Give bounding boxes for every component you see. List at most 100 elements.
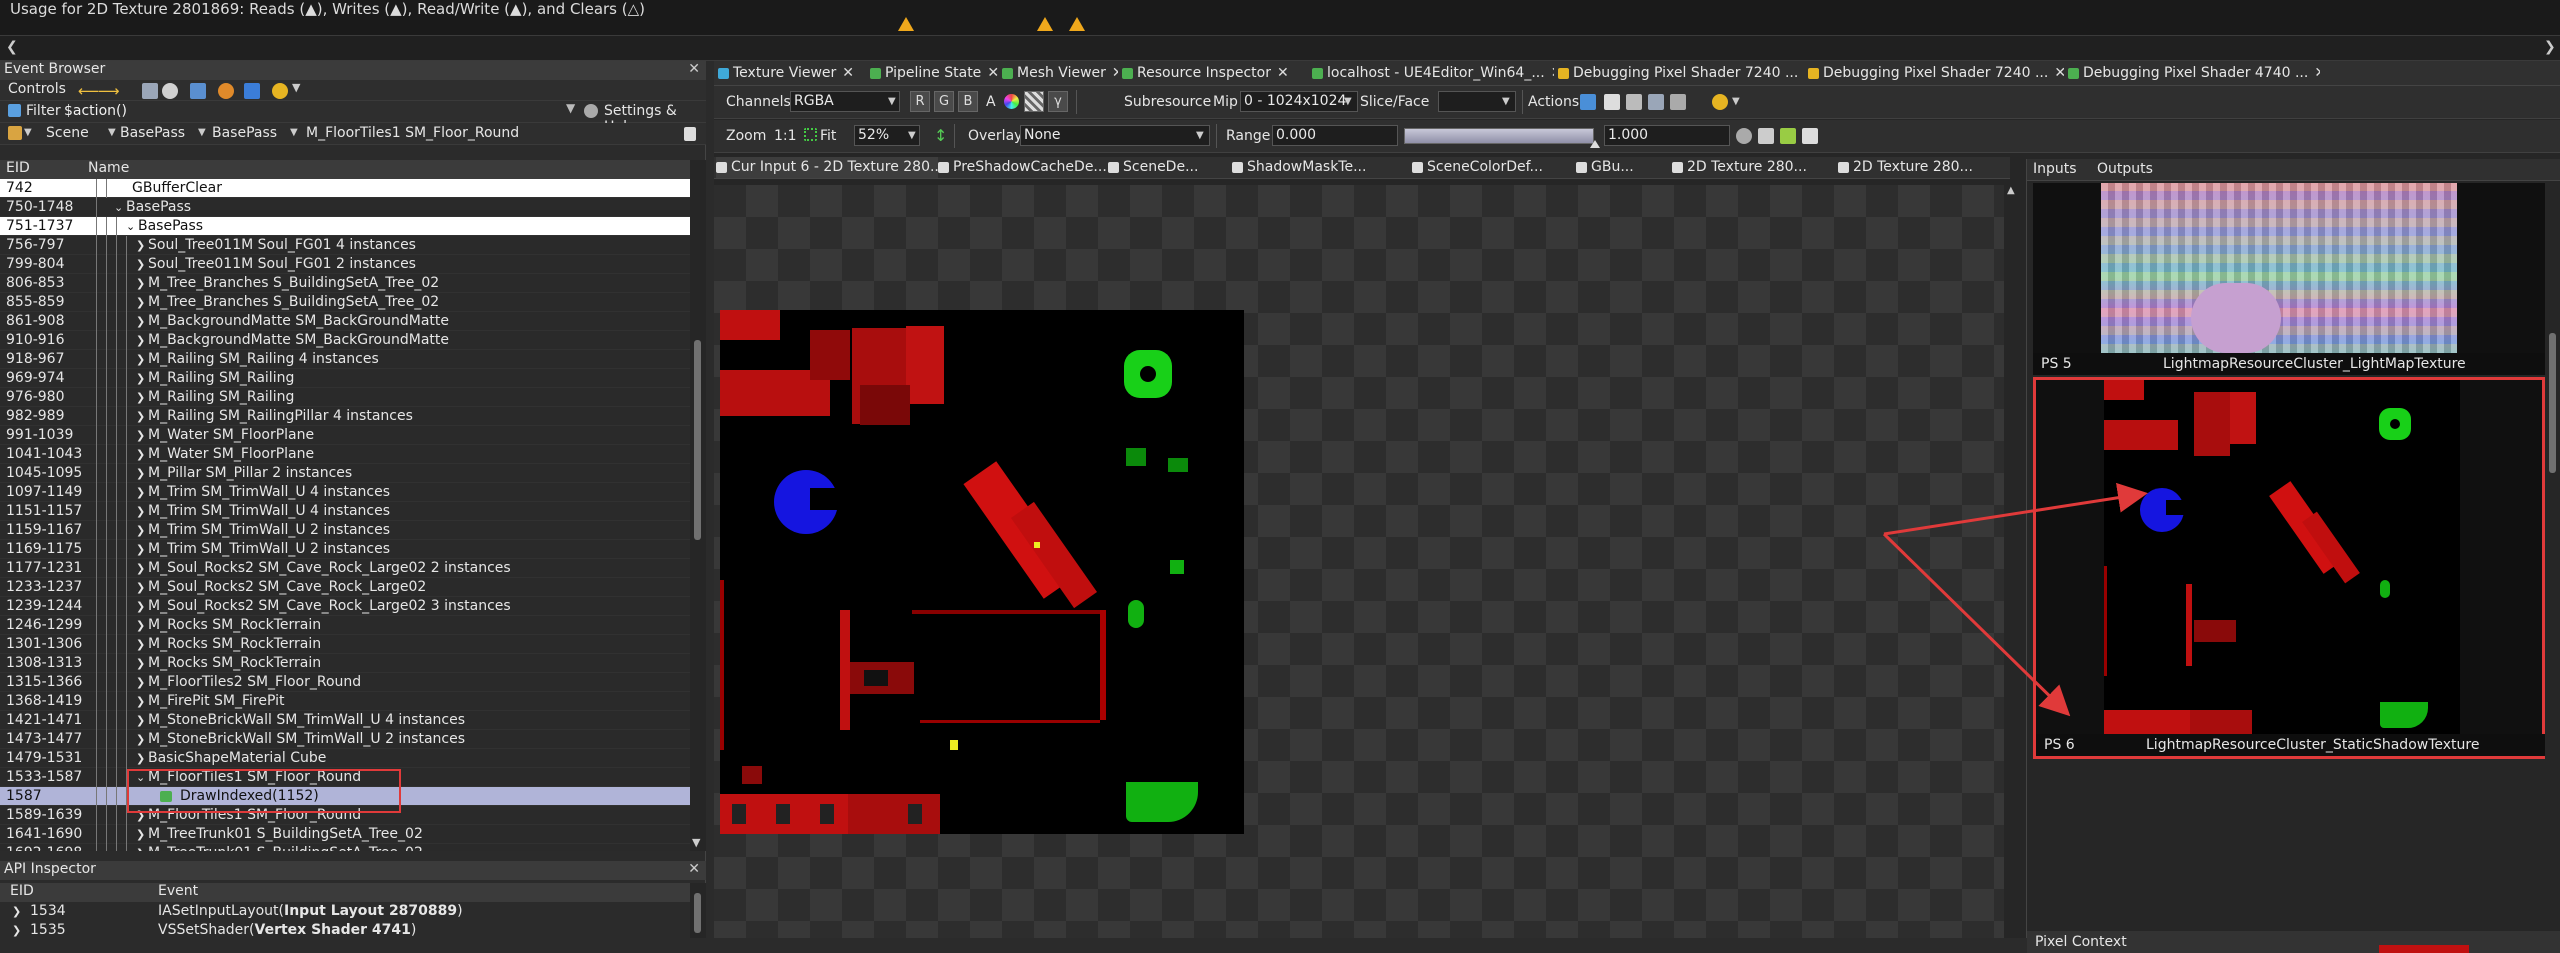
close-icon[interactable]: ✕ <box>987 65 998 81</box>
range-histogram-slider[interactable] <box>1404 128 1594 144</box>
chevron-right-icon[interactable]: ❯ <box>136 692 145 711</box>
mip-select[interactable]: 0 - 1024x1024 <box>1240 91 1358 112</box>
filter-dropdown-icon[interactable]: ▼ <box>566 101 575 115</box>
tree-row[interactable]: 910-916 ❯ M_BackgroundMatte SM_BackGroundM… <box>0 331 690 350</box>
tree-row[interactable]: 991-1039 ❯ M_Water SM_FloorPlane <box>0 426 690 445</box>
tree-row[interactable]: 756-797 ❯ Soul_Tree011M Soul_FG01 4 instan… <box>0 236 690 255</box>
tree-row[interactable]: 1641-1690 ❯ M_TreeTrunk01 S_BuildingSetA_T… <box>0 825 690 844</box>
chevron-down-icon[interactable]: ▼ <box>292 81 300 94</box>
api-row[interactable]: ❯ 1535 VSSetShader(Vertex Shader 4741) <box>0 921 690 938</box>
tree-row[interactable]: 855-859 ❯ M_Tree_Branches S_BuildingSetA_T… <box>0 293 690 312</box>
input-thumbnail[interactable]: PS 5 LightmapResourceCluster_LightMapTex… <box>2033 183 2545 375</box>
tab-main[interactable]: localhost - UE4Editor_Win64_... ✕ <box>1312 63 1554 84</box>
close-icon[interactable]: ✕ <box>2054 65 2064 81</box>
chevron-right-icon[interactable]: ❯ <box>136 578 145 597</box>
tab-main[interactable]: Pipeline State ✕ <box>870 63 998 84</box>
tree-row[interactable]: 1692-1698 ❯M_TreeTrunk01 S_BuildingSetA_T… <box>0 844 690 851</box>
chevron-right-icon[interactable]: ❯ <box>136 274 145 293</box>
tab-outputs[interactable]: Outputs <box>2097 161 2153 177</box>
tree-row[interactable]: 1239-1244 ❯ M_Soul_Rocks2 SM_Cave_Rock_Lar… <box>0 597 690 616</box>
flip-y-icon[interactable]: ↕ <box>934 126 947 145</box>
tab-texture[interactable]: 2D Texture 280... <box>1672 157 1838 178</box>
chevron-right-icon[interactable]: ❯ <box>136 521 145 540</box>
breadcrumb-item[interactable]: BasePass <box>212 125 277 141</box>
tree-row[interactable]: 1151-1157 ❯ M_Trim SM_TrimWall_U 4 instanc… <box>0 502 690 521</box>
tree-row[interactable]: 1315-1366 ❯ M_FloorTiles2 SM_Floor_Round <box>0 673 690 692</box>
stats-icon[interactable] <box>190 83 206 99</box>
read-marker-icon[interactable] <box>1069 17 1085 31</box>
zoom-range-icon[interactable] <box>1736 128 1752 144</box>
chevron-right-icon[interactable]: ❯ <box>136 445 145 464</box>
tab-texture[interactable]: GBu... <box>1576 157 1672 178</box>
tab-inputs[interactable]: Inputs <box>2033 161 2077 177</box>
chevron-down-icon[interactable]: ▼ <box>1732 96 1740 107</box>
link-icon[interactable] <box>1670 94 1686 110</box>
chevron-right-icon[interactable]: ❯ <box>12 902 21 921</box>
chevron-right-icon[interactable]: ❯ <box>136 730 145 749</box>
close-icon[interactable]: ✕ <box>2314 65 2320 81</box>
io-scrollbar[interactable] <box>2545 183 2560 763</box>
chevron-right-icon[interactable]: ❯ <box>136 654 145 673</box>
tree-row[interactable]: 1041-1043 ❯ M_Water SM_FloorPlane <box>0 445 690 464</box>
close-icon[interactable]: ✕ <box>1277 65 1289 81</box>
scroll-thumb[interactable] <box>2549 333 2556 473</box>
tab-main[interactable]: Resource Inspector ✕ <box>1122 63 1308 84</box>
chevron-right-icon[interactable]: ❯ <box>136 540 145 559</box>
chevron-down-icon[interactable]: ▼ <box>290 127 298 138</box>
tree-row[interactable]: 1169-1175 ❯ M_Trim SM_TrimWall_U 2 instanc… <box>0 540 690 559</box>
chevron-down-icon[interactable]: ⌄ <box>114 198 123 217</box>
chevron-right-icon[interactable]: ❯ <box>136 312 145 331</box>
filter-input[interactable]: $action() <box>64 103 127 119</box>
canvas-scrollbar[interactable]: ▲ <box>2004 185 2020 938</box>
chevron-right-icon[interactable]: ❯ <box>136 616 145 635</box>
chevron-right-icon[interactable]: ❯ <box>136 331 145 350</box>
tab-texture[interactable]: PreShadowCacheDe... <box>938 157 1108 178</box>
eyedropper-icon[interactable] <box>1758 128 1774 144</box>
scroll-thumb[interactable] <box>694 340 701 540</box>
bookmark-icon[interactable] <box>272 83 288 99</box>
chevron-right-icon[interactable]: ❯ <box>136 369 145 388</box>
chevron-right-icon[interactable]: ❯ <box>136 483 145 502</box>
tree-row[interactable]: 1246-1299 ❯ M_Rocks SM_RockTerrain <box>0 616 690 635</box>
texture-canvas[interactable] <box>714 185 2010 938</box>
arrow-left-icon[interactable]: ⟵ <box>78 82 100 100</box>
fit-button[interactable]: Fit <box>820 128 836 144</box>
tree-row[interactable]: 1045-1095 ❯ M_Pillar SM_Pillar 2 instances <box>0 464 690 483</box>
timeline-icon[interactable] <box>244 83 260 99</box>
tree-row[interactable]: 861-908 ❯ M_BackgroundMatte SM_BackGroundM… <box>0 312 690 331</box>
event-tree-scrollbar[interactable]: ▼ <box>690 160 706 851</box>
tree-row[interactable]: 976-980 ❯ M_Railing SM_Railing <box>0 388 690 407</box>
breadcrumb-item[interactable]: BasePass <box>120 125 185 141</box>
tree-row[interactable]: 1368-1419 ❯ M_FirePit SM_FirePit <box>0 692 690 711</box>
scroll-left-icon[interactable]: ❮ <box>6 39 18 55</box>
chevron-right-icon[interactable]: ❯ <box>136 293 145 312</box>
export-icon[interactable] <box>684 127 696 141</box>
range-handle-icon[interactable] <box>1590 140 1600 148</box>
scroll-thumb[interactable] <box>694 893 701 933</box>
tree-row[interactable]: 1097-1149 ❯ M_Trim SM_TrimWall_U 4 instanc… <box>0 483 690 502</box>
chevron-down-icon[interactable]: ▼ <box>908 130 916 141</box>
api-scrollbar[interactable] <box>690 883 706 938</box>
breadcrumb-item[interactable]: M_FloorTiles1 SM_Floor_Round <box>306 125 519 141</box>
tree-row[interactable]: 799-804 ❯ Soul_Tree011M Soul_FG01 2 instan… <box>0 255 690 274</box>
close-icon[interactable]: ✕ <box>688 61 700 77</box>
range-min-input[interactable]: 0.000 <box>1272 125 1398 146</box>
chevron-right-icon[interactable]: ❯ <box>136 749 145 768</box>
chevron-down-icon[interactable]: ▼ <box>888 96 896 107</box>
tab-texture[interactable]: ShadowMaskTe... <box>1232 157 1412 178</box>
chevron-down-icon[interactable]: ▼ <box>1344 96 1352 107</box>
tab-main[interactable]: Debugging Pixel Shader 7240 ...✕ <box>1558 63 1804 84</box>
column-name[interactable]: Name <box>88 160 129 176</box>
scroll-down-icon[interactable]: ▼ <box>692 836 700 849</box>
save-icon[interactable] <box>1580 94 1596 110</box>
chevron-right-icon[interactable]: ❯ <box>136 388 145 407</box>
tree-row[interactable]: 1233-1237 ❯ M_Soul_Rocks2 SM_Cave_Rock_Lar… <box>0 578 690 597</box>
tree-row[interactable]: 1177-1231 ❯ M_Soul_Rocks2 SM_Cave_Rock_Lar… <box>0 559 690 578</box>
red-channel-toggle[interactable]: R <box>910 91 930 112</box>
close-icon[interactable]: ✕ <box>688 861 700 877</box>
tab-main[interactable]: Debugging Pixel Shader 4740 ... ✕ <box>2068 63 2320 84</box>
chevron-right-icon[interactable]: ❯ <box>136 236 145 255</box>
chevron-right-icon[interactable]: ❯ <box>136 464 145 483</box>
chevron-right-icon[interactable]: ❯ <box>136 597 145 616</box>
green-channel-toggle[interactable]: G <box>934 91 954 112</box>
